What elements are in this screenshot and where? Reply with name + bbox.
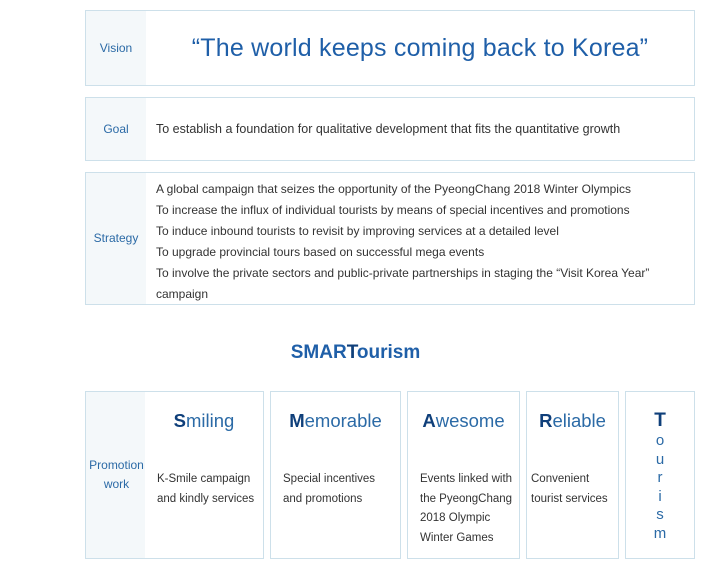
goal-statement: To establish a foundation for qualitativ…: [156, 122, 621, 136]
promotion-card-smiling: Smiling K-Smile campaign and kindly serv…: [145, 391, 264, 559]
promotion-card-tourism: T o u r i s m: [625, 391, 695, 559]
goal-box: Goal To establish a foundation for quali…: [85, 97, 695, 161]
goal-label: Goal: [86, 98, 146, 160]
card-description: Events linked with the PyeongChang 2018 …: [420, 473, 513, 544]
card-heading: Reliable: [527, 410, 618, 432]
heading-initial: M: [289, 410, 305, 431]
card-description: K-Smile campaign and kindly services: [157, 473, 255, 505]
promotion-label-line1: Promotion: [89, 458, 144, 472]
promotion-label-box: Promotion work: [85, 391, 147, 559]
title-part-t: T: [346, 342, 357, 363]
card-heading: Memorable: [271, 410, 400, 432]
title-part-ourism: ourism: [356, 342, 421, 363]
tourism-letter: o: [655, 432, 665, 449]
promotion-card-memorable: Memorable Special incentives and promoti…: [270, 391, 401, 559]
heading-rest: eliable: [552, 410, 606, 431]
heading-rest: miling: [186, 410, 235, 431]
promotion-card-reliable: Reliable Convenient tourist services: [526, 391, 619, 559]
tourism-letter: i: [658, 487, 662, 505]
heading-initial: S: [173, 410, 186, 431]
promotion-label: Promotion work: [86, 392, 147, 558]
vision-box: Vision “The world keeps coming back to K…: [85, 10, 695, 86]
strategy-box: Strategy A global campaign that seizes t…: [85, 172, 695, 305]
strategy-item: To upgrade provincial tours based on suc…: [156, 245, 485, 259]
smart-tourism-title: SMARTourism: [0, 342, 711, 364]
title-part-smar: SMAR: [290, 342, 347, 363]
tourism-letter: r: [657, 469, 663, 486]
strategy-list: A global campaign that seizes the opport…: [156, 179, 688, 305]
vision-statement: “The world keeps coming back to Korea”: [191, 33, 649, 62]
promotion-label-line2: work: [103, 477, 130, 491]
tourism-letter: u: [655, 450, 665, 468]
vision-label: Vision: [86, 11, 146, 85]
promotion-card-awesome: Awesome Events linked with the PyeongCha…: [407, 391, 520, 559]
tourism-vertical-letters: T o u r i s m: [626, 410, 694, 543]
tourism-letter: m: [653, 524, 667, 542]
heading-rest: emorable: [304, 410, 382, 431]
strategy-label: Strategy: [86, 173, 146, 304]
strategy-item: A global campaign that seizes the opport…: [156, 182, 631, 196]
heading-initial: R: [539, 410, 553, 431]
tourism-initial: T: [654, 410, 666, 431]
card-description: Convenient tourist services: [531, 473, 608, 505]
card-heading: Awesome: [408, 410, 519, 432]
strategy-item: To induce inbound tourists to revisit by…: [156, 224, 559, 238]
strategy-item: To increase the influx of individual tou…: [156, 203, 630, 217]
card-heading: Smiling: [145, 410, 263, 432]
heading-initial: A: [422, 410, 436, 431]
heading-rest: wesome: [435, 410, 505, 431]
strategy-item: To involve the private sectors and publi…: [156, 266, 650, 301]
card-description: Special incentives and promotions: [283, 473, 376, 505]
tourism-letter: s: [656, 506, 664, 523]
